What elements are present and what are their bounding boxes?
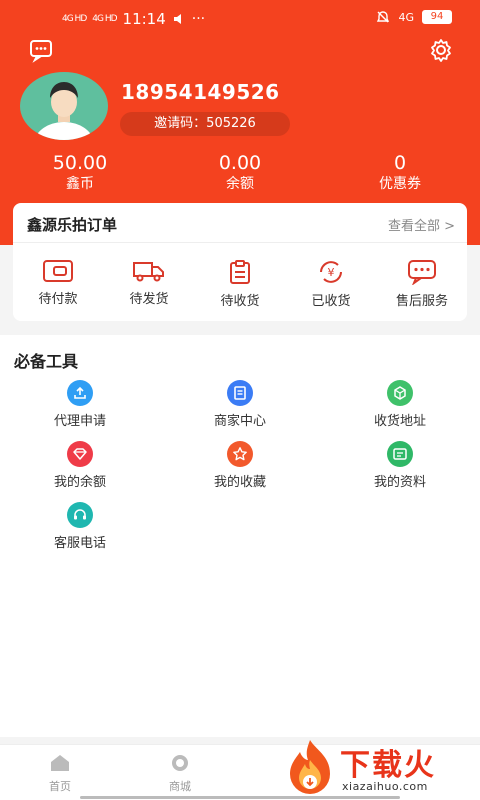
tool-my-favorites[interactable]: 我的收藏: [180, 441, 300, 490]
order-after-sales[interactable]: 售后服务: [377, 259, 467, 309]
invite-code-badge: 邀请码：505226: [120, 112, 290, 136]
stat-value: 0.00: [218, 152, 262, 174]
settings-gear-icon[interactable]: [428, 37, 454, 63]
home-icon: [51, 755, 69, 771]
order-pending-shipment[interactable]: 待发货: [104, 259, 194, 307]
watermark-domain: xiazaihuo.com: [342, 780, 428, 793]
tool-label: 我的资料: [373, 475, 426, 490]
tool-customer-service[interactable]: 客服电话: [20, 502, 140, 551]
mute-icon: [173, 14, 181, 24]
document-icon: [227, 380, 253, 406]
tool-my-profile[interactable]: 我的资料: [340, 441, 460, 490]
watermark: 下载火 xiazaihuo.com: [282, 738, 480, 800]
stat-value: 50.00: [52, 152, 108, 174]
tool-merchant-center[interactable]: 商家中心: [180, 380, 300, 429]
order-card: 鑫源乐拍订单 查看全部 > 待付款 待发货 待收货 ¥ 已收货 售后服务: [13, 203, 467, 321]
order-label: 已收货: [311, 294, 351, 309]
tools-title: 必备工具: [14, 352, 79, 371]
tab-home[interactable]: 首页: [30, 753, 90, 794]
order-pending-receipt[interactable]: 待收货: [195, 259, 285, 309]
box-icon: [387, 380, 413, 406]
order-received[interactable]: ¥ 已收货: [286, 259, 376, 309]
avatar[interactable]: [20, 72, 108, 140]
stat-label: 鑫币: [66, 176, 94, 192]
message-icon[interactable]: [28, 37, 54, 63]
upload-icon: [67, 380, 93, 406]
tab-label: 首页: [49, 780, 71, 793]
chat-icon: [408, 260, 436, 285]
order-label: 待收货: [220, 294, 260, 309]
stat-value: 0: [393, 152, 407, 174]
flame-logo-icon: [290, 740, 330, 794]
yuan-exchange-icon: ¥: [320, 261, 342, 283]
signal-2-text: 4G HD: [92, 14, 117, 24]
clock: 11:14: [122, 10, 166, 28]
watermark-text: 下载火: [340, 748, 436, 783]
network-type: 4G: [398, 10, 414, 24]
stat-balance[interactable]: 0.00 余额: [175, 152, 305, 194]
order-title: 鑫源乐拍订单: [27, 216, 118, 234]
mall-icon: [172, 755, 188, 771]
clipboard-icon: [230, 260, 250, 284]
card-icon: [387, 441, 413, 467]
more-dots: ···: [191, 11, 206, 27]
tab-mall[interactable]: 商城: [150, 753, 210, 794]
tools-section: 必备工具 代理申请 商家中心 收货地址 我的余额 我的收藏 我的资料 客服电话: [0, 335, 480, 737]
tool-label: 收货地址: [373, 414, 426, 429]
tool-label: 我的收藏: [213, 475, 266, 490]
tool-shipping-address[interactable]: 收货地址: [340, 380, 460, 429]
tool-label: 客服电话: [53, 536, 106, 551]
stat-coins[interactable]: 50.00 鑫币: [15, 152, 145, 194]
order-label: 待付款: [38, 292, 78, 307]
tool-label: 商家中心: [213, 414, 266, 429]
order-header: 鑫源乐拍订单 查看全部 >: [13, 203, 467, 243]
star-icon: [227, 441, 253, 467]
wallet-icon: [43, 260, 73, 282]
phone-number: 18954149526: [121, 80, 280, 104]
tool-my-balance[interactable]: 我的余额: [20, 441, 140, 490]
battery-icon: 94: [422, 10, 452, 24]
diamond-icon: [67, 441, 93, 467]
order-pending-payment[interactable]: 待付款: [13, 259, 103, 307]
tool-label: 代理申请: [53, 414, 106, 429]
order-label: 待发货: [129, 292, 169, 307]
order-label: 售后服务: [395, 294, 448, 309]
signal-1-text: 4G HD: [62, 14, 87, 24]
alarm-off-icon: [377, 11, 390, 23]
svg-text:¥: ¥: [328, 266, 335, 279]
stat-label: 余额: [226, 176, 254, 192]
view-all-link[interactable]: 查看全部 >: [388, 215, 455, 234]
tab-label: 商城: [169, 780, 191, 793]
stat-coupons[interactable]: 0 优惠券: [335, 152, 465, 194]
status-bar: 4G HD 4G HD 11:14 ··· 4G 94: [0, 0, 480, 38]
stat-label: 优惠券: [379, 176, 421, 192]
truck-icon: [133, 262, 164, 282]
tool-agent-apply[interactable]: 代理申请: [20, 380, 140, 429]
headset-icon: [67, 502, 93, 528]
home-indicator: [80, 796, 400, 799]
tool-label: 我的余额: [53, 475, 106, 490]
